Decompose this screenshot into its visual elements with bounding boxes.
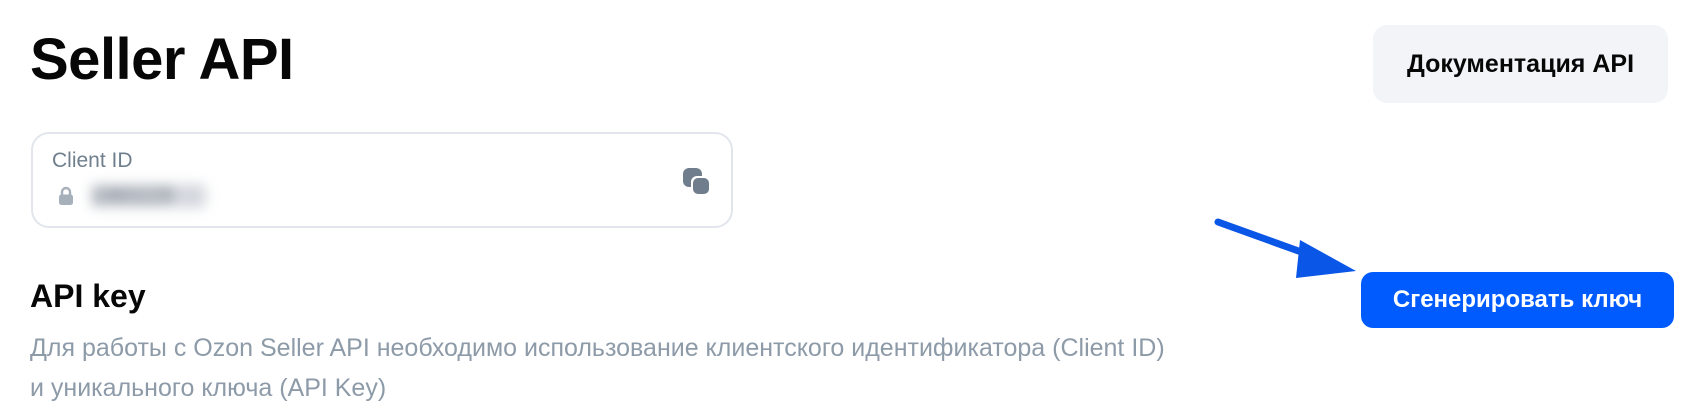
lock-icon — [59, 186, 73, 205]
generate-key-button[interactable]: Сгенерировать ключ — [1361, 272, 1674, 328]
client-id-field[interactable]: Client ID 1960229 — [31, 132, 733, 228]
api-key-description: Для работы с Ozon Seller API необходимо … — [30, 334, 1165, 402]
copy-icon[interactable] — [682, 167, 712, 197]
page-title: Seller API — [30, 27, 294, 92]
api-docs-button[interactable]: Документация API — [1373, 25, 1668, 103]
client-id-label: Client ID — [52, 149, 133, 172]
client-id-value: 1960229 — [91, 184, 206, 208]
api-key-title: API key — [30, 278, 146, 314]
